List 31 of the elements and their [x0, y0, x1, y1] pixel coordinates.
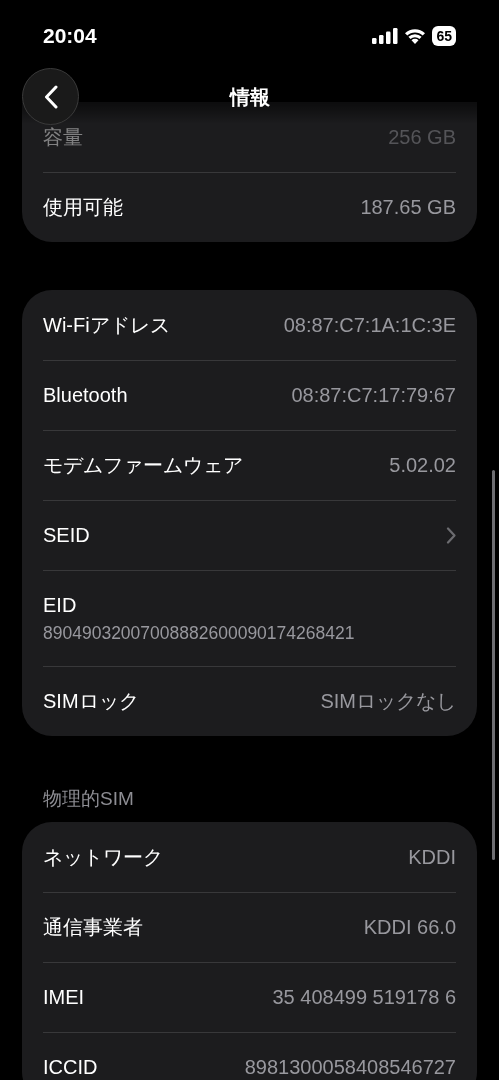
row-label: Wi-Fiアドレス [43, 312, 170, 338]
row-label: 通信事業者 [43, 915, 143, 940]
row-value: 256 GB [388, 125, 456, 149]
row-value: KDDI [408, 845, 456, 869]
row-label: モデムファームウェア [43, 453, 243, 478]
row-value: 08:87:C7:17:79:67 [291, 384, 456, 407]
row-label: ネットワーク [43, 844, 163, 870]
status-time: 20:04 [43, 24, 97, 48]
row-value: 187.65 GB [360, 196, 456, 219]
row-value: 89049032007008882600090174268421 [43, 622, 355, 644]
row-value: 8981300058408546727 [244, 1056, 456, 1079]
row-label: EID [43, 593, 78, 617]
row-value: 35 408499 519178 6 [272, 986, 456, 1009]
row-label: SIMロック [43, 689, 139, 714]
page-title: 情報 [228, 85, 271, 110]
row-value: 08:87:C7:1A:1C:3E [283, 313, 456, 337]
wifi-icon [404, 28, 427, 44]
row-value: 5.02.02 [389, 454, 456, 477]
signal-icon [372, 28, 399, 44]
row-label[interactable]: SEID [43, 524, 90, 547]
back-icon [43, 84, 58, 109]
row-label: 使用可能 [43, 195, 123, 220]
section-header: 物理的SIM [42, 787, 135, 811]
row-label: 容量 [43, 124, 83, 150]
row-label: IMEI [43, 986, 85, 1009]
chevron-icon [446, 527, 456, 544]
battery-level: 65 [432, 26, 456, 46]
row-value: SIMロックなし [320, 689, 456, 714]
row-label: Bluetooth [43, 384, 128, 407]
row-label: ICCID [43, 1056, 98, 1079]
row-value: KDDI 66.0 [363, 916, 456, 939]
